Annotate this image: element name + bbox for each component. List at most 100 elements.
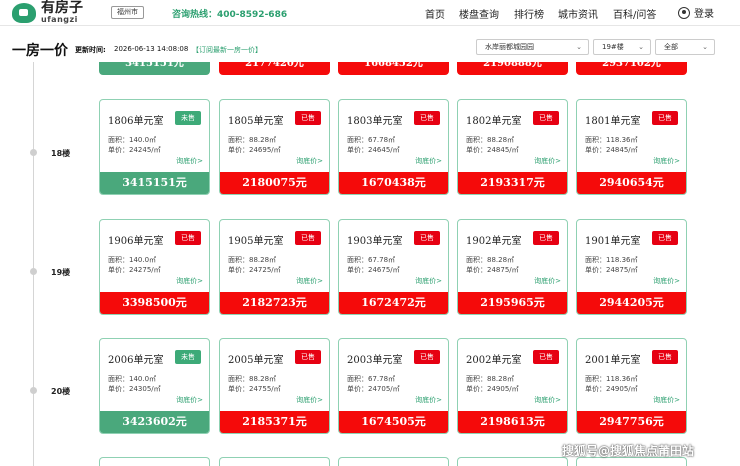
unit-area: 面积：88.28㎡ [466,136,515,144]
unit-number: 2006单元室 [108,355,164,366]
unit-card[interactable]: 2001单元室 已售 面积：118.36㎡ 单价：24905/㎡ 询底价> 2947756… [576,338,687,434]
unit-number: 2002单元室 [466,355,522,366]
nav-property-search[interactable]: 楼盘查询 [459,6,499,21]
ask-lowest-price-link[interactable]: 询底价> [534,276,561,286]
total-price: 2947756元 [577,411,686,433]
update-time-label: 更新时间: [75,46,106,54]
ask-lowest-price-link[interactable]: 询底价> [296,276,323,286]
unit-card[interactable]: 1801单元室 已售 面积：118.36㎡ 单价：24845/㎡ 询底价> 2940654… [576,99,687,195]
unit-area: 面积：88.28㎡ [228,136,277,144]
unit-card[interactable]: 1901单元室 已售 面积：118.36㎡ 单价：24875/㎡ 询底价> 2944205… [576,219,687,315]
unit-card[interactable]: 1902单元室 已售 面积：88.28㎡ 单价：24875/㎡ 询底价> 2195965元 [457,219,568,315]
nav-city-news[interactable]: 城市资讯 [558,6,598,21]
unit-card[interactable]: 2005单元室 已售 面积：88.28㎡ 单价：24755/㎡ 询底价> 2185371元 [219,338,330,434]
unit-number: 1902单元室 [466,236,522,247]
total-price: 1672472元 [339,292,448,314]
partial-total-bar: 3415151元 [99,62,210,75]
unit-card[interactable]: 2003单元室 已售 面积：67.78㎡ 单价：24705/㎡ 询底价> 1674505元 [338,338,449,434]
unit-card[interactable]: 1802单元室 已售 面积：88.28㎡ 单价：24845/㎡ 询底价> 2193317元 [457,99,568,195]
ask-lowest-price-link[interactable]: 询底价> [415,395,442,405]
user-icon [678,6,690,19]
card-partial[interactable] [99,457,210,466]
total-price: 2180075元 [220,172,329,194]
unit-area: 面积：118.36㎡ [585,375,638,383]
unit-area: 面积：140.0㎡ [108,256,157,264]
unit-card[interactable]: 1805单元室 已售 面积：88.28㎡ 单价：24695/㎡ 询底价> 2180075元 [219,99,330,195]
unit-price: 单价：24905/㎡ [585,385,638,393]
partial-total-bar: 2937102元 [576,62,687,75]
chevron-down-icon: ⌄ [638,43,644,51]
nav-wiki-qa[interactable]: 百科/问答 [613,6,656,21]
sale-status-badge: 已售 [533,350,559,364]
ask-lowest-price-link[interactable]: 询底价> [415,276,442,286]
unit-area: 面积：88.28㎡ [228,256,277,264]
total-price: 2940654元 [577,172,686,194]
unit-card[interactable]: 2002单元室 已售 面积：88.28㎡ 单价：24905/㎡ 询底价> 2198613元 [457,338,568,434]
unit-area: 面积：88.28㎡ [228,375,277,383]
unit-price: 单价：24875/㎡ [585,266,638,274]
ask-lowest-price-link[interactable]: 询底价> [653,156,680,166]
ask-lowest-price-link[interactable]: 询底价> [176,276,203,286]
project-select[interactable]: 水岸丽都城园园 ⌄ [476,39,589,55]
top-nav: 有房子 ufangzi 福州市 咨询热线：400-8592-686 首页 楼盘查… [0,0,740,26]
unit-card[interactable]: 1903单元室 已售 面积：67.78㎡ 单价：24675/㎡ 询底价> 1672472元 [338,219,449,315]
sale-status-badge: 已售 [533,231,559,245]
card-partial[interactable] [219,457,330,466]
unit-price: 单价：24645/㎡ [347,146,400,154]
ask-lowest-price-link[interactable]: 询底价> [653,395,680,405]
floor-dot [30,387,37,394]
unit-card[interactable]: 2006单元室 未售 面积：140.0㎡ 单价：24305/㎡ 询底价> 3423602元 [99,338,210,434]
ask-lowest-price-link[interactable]: 询底价> [176,395,203,405]
unit-area: 面积：140.0㎡ [108,375,157,383]
ask-lowest-price-link[interactable]: 询底价> [534,156,561,166]
partial-total-bar: 2177420元 [219,62,330,75]
unit-card[interactable]: 1806单元室 未售 面积：140.0㎡ 单价：24245/㎡ 询底价> 3415151元 [99,99,210,195]
unit-area: 面积：88.28㎡ [466,256,515,264]
ask-lowest-price-link[interactable]: 询底价> [296,395,323,405]
sale-status-badge: 未售 [175,350,201,364]
building-select[interactable]: 19#楼 ⌄ [593,39,651,55]
floor-dot [30,268,37,275]
unit-card[interactable]: 1906单元室 已售 面积：140.0㎡ 单价：24275/㎡ 询底价> 3398500元 [99,219,210,315]
watermark: 搜狐号@搜狐焦点莆田站 [562,444,695,458]
city-switch-button[interactable]: 福州市 [111,6,144,19]
total-price: 1674505元 [339,411,448,433]
unit-number: 1801单元室 [585,116,641,127]
page-title: 一房一价 [12,43,68,59]
house-logo-icon [12,2,36,23]
partial-total-bar: 1668452元 [338,62,449,75]
ask-lowest-price-link[interactable]: 询底价> [176,156,203,166]
unit-card[interactable]: 1803单元室 已售 面积：67.78㎡ 单价：24645/㎡ 询底价> 1670438元 [338,99,449,195]
login-link[interactable]: 登录 [678,5,714,20]
unit-number: 1806单元室 [108,116,164,127]
card-partial[interactable] [338,457,449,466]
logo-text: 有房子 ufangzi [41,1,83,24]
unit-price: 单价：24305/㎡ [108,385,161,393]
unit-price: 单价：24725/㎡ [228,266,281,274]
unit-area: 面积：88.28㎡ [466,375,515,383]
sale-status-badge: 已售 [295,111,321,125]
unit-number: 1905单元室 [228,236,284,247]
ask-lowest-price-link[interactable]: 询底价> [653,276,680,286]
status-filter-select[interactable]: 全部 ⌄ [655,39,715,55]
unit-area: 面积：67.78㎡ [347,375,396,383]
total-price: 2195965元 [458,292,567,314]
ask-lowest-price-link[interactable]: 询底价> [415,156,442,166]
ask-lowest-price-link[interactable]: 询底价> [534,395,561,405]
hotline-text: 咨询热线：400-8592-686 [172,10,288,20]
unit-price: 单价：24705/㎡ [347,385,400,393]
sale-status-badge: 已售 [295,350,321,364]
nav-home[interactable]: 首页 [425,6,445,21]
unit-card[interactable]: 1905单元室 已售 面积：88.28㎡ 单价：24725/㎡ 询底价> 2182723元 [219,219,330,315]
subscribe-link[interactable]: 【订阅最新一房一价】 [192,45,262,55]
site-logo[interactable]: 有房子 ufangzi [12,1,83,24]
unit-number: 1805单元室 [228,116,284,127]
logo-en: ufangzi [41,15,78,24]
unit-price: 单价：24845/㎡ [585,146,638,154]
project-select-value: 水岸丽都城园园 [485,43,534,51]
unit-price: 单价：24755/㎡ [228,385,281,393]
card-partial[interactable] [457,457,568,466]
total-price: 2182723元 [220,292,329,314]
ask-lowest-price-link[interactable]: 询底价> [296,156,323,166]
nav-ranking[interactable]: 排行榜 [514,6,544,21]
